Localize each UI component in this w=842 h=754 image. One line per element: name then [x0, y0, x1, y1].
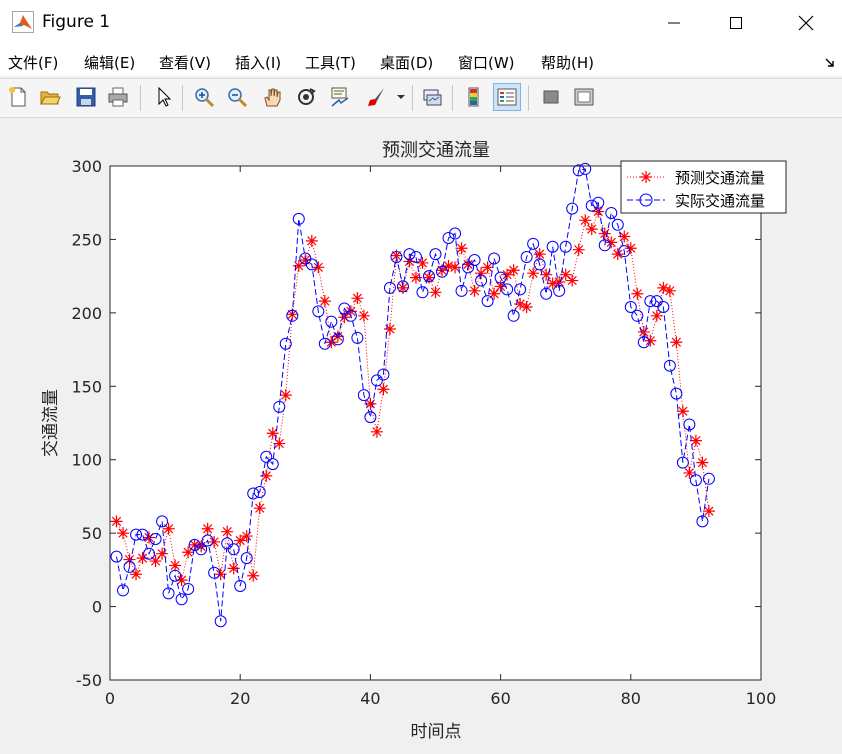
predicted-flow-point	[247, 569, 260, 582]
legend-label-predicted: 预测交通流量	[675, 169, 765, 187]
toolbar-separator	[182, 85, 183, 111]
close-icon	[798, 15, 814, 31]
x-tick-label: 60	[490, 689, 510, 708]
insert-colorbar-icon	[468, 87, 479, 107]
figure-toolbar	[0, 78, 842, 118]
menu-desktop[interactable]: 桌面(D)	[380, 52, 433, 73]
title-bar: Figure 1	[0, 0, 842, 46]
y-tick-label: 100	[71, 451, 102, 470]
pointer-button[interactable]	[150, 83, 178, 111]
insert-colorbar-button[interactable]	[460, 83, 488, 111]
predicted-flow-point	[208, 535, 221, 548]
predicted-flow-point	[598, 227, 611, 240]
chart[interactable]: 预测交通流量 0 20 40 60 80 100-50050100150200250300…	[0, 118, 842, 750]
legend-asterisk-mark	[640, 171, 652, 183]
predicted-flow-point	[624, 242, 637, 255]
new-figure-icon	[9, 87, 26, 107]
pan-button[interactable]	[258, 83, 286, 111]
zoom-in-button[interactable]	[190, 83, 218, 111]
y-tick-label: 250	[71, 230, 102, 249]
show-plot-tools-icon	[574, 88, 594, 106]
brush-dropdown-button[interactable]	[394, 83, 408, 111]
menu-tools[interactable]: 工具(T)	[305, 52, 356, 73]
brush-button[interactable]	[362, 83, 390, 111]
predicted-flow-point	[240, 530, 253, 543]
zoom-out-button[interactable]	[223, 83, 251, 111]
y-tick-label: 300	[71, 157, 102, 176]
link-plot-button[interactable]	[418, 83, 446, 111]
close-button[interactable]	[778, 0, 834, 46]
data-cursor-icon	[331, 87, 349, 107]
menu-bar: 文件(F) 编辑(E) 查看(V) 插入(I) 工具(T) 桌面(D) 窗口(W…	[0, 46, 842, 76]
chart-title: 预测交通流量	[382, 140, 490, 161]
x-tick-label: 100	[746, 689, 777, 708]
matlab-logo-icon	[12, 11, 34, 33]
menu-edit[interactable]: 编辑(E)	[84, 52, 135, 73]
dock-arrow-icon[interactable]	[824, 54, 836, 67]
y-tick-label: 150	[71, 377, 102, 396]
x-axis-label: 时间点	[411, 722, 462, 742]
insert-legend-icon	[497, 88, 517, 106]
x-tick-label: 40	[360, 689, 380, 708]
minimize-button[interactable]	[646, 0, 702, 46]
data-cursor-button[interactable]	[326, 83, 354, 111]
toolbar-separator	[528, 85, 529, 111]
print-button[interactable]	[104, 83, 132, 111]
menu-insert[interactable]: 插入(I)	[235, 52, 281, 73]
pan-hand-icon	[264, 88, 281, 107]
menu-window[interactable]: 窗口(W)	[458, 52, 515, 73]
pointer-icon	[158, 86, 172, 107]
zoom-in-icon	[195, 88, 215, 108]
x-tick-label: 80	[621, 689, 641, 708]
hide-plot-tools-button[interactable]	[537, 83, 565, 111]
predicted-flow-point	[305, 234, 318, 247]
y-tick-label: 50	[82, 524, 102, 543]
new-figure-button[interactable]	[4, 83, 32, 111]
menu-view[interactable]: 查看(V)	[159, 52, 211, 73]
predicted-flow-point	[110, 515, 123, 528]
maximize-icon	[730, 17, 742, 29]
open-file-button[interactable]	[36, 83, 64, 111]
rotate-3d-button[interactable]	[292, 83, 320, 111]
x-tick-label: 20	[230, 689, 250, 708]
menu-help[interactable]: 帮助(H)	[541, 52, 594, 73]
y-tick-label: 200	[71, 304, 102, 323]
predicted-flow-point	[592, 205, 605, 218]
legend[interactable]: 预测交通流量 实际交通流量	[620, 160, 787, 214]
hide-plot-tools-icon	[543, 90, 559, 104]
window-title: Figure 1	[42, 12, 111, 32]
rotate-3d-icon	[298, 88, 316, 105]
link-plot-icon	[423, 89, 442, 106]
menu-file[interactable]: 文件(F)	[8, 52, 58, 73]
predicted-flow-point	[631, 287, 644, 300]
maximize-button[interactable]	[708, 0, 764, 46]
predicted-flow-point	[585, 223, 598, 236]
open-file-icon	[40, 91, 61, 105]
y-axis-label: 交通流量	[41, 389, 61, 457]
brush-dropdown-icon	[397, 95, 405, 99]
x-tick-label: 0	[105, 689, 115, 708]
predicted-flow-point	[169, 559, 182, 572]
save-icon	[76, 87, 96, 107]
figure-canvas: 预测交通流量 0 20 40 60 80 100 -50 0 50 100 150 200 250 300…	[0, 118, 842, 750]
y-tick-label: 0	[92, 598, 102, 617]
predicted-flow-point	[136, 552, 149, 565]
save-button[interactable]	[72, 83, 100, 111]
predicted-flow-point	[683, 466, 696, 479]
brush-icon	[368, 88, 384, 106]
legend-marker-predicted	[640, 171, 652, 183]
legend-label-actual: 实际交通流量	[675, 192, 765, 210]
y-tick-label: -50	[76, 671, 102, 690]
axes-background	[110, 166, 761, 680]
insert-legend-button[interactable]	[493, 83, 521, 111]
toolbar-separator	[412, 85, 413, 111]
zoom-out-icon	[228, 88, 248, 108]
minimize-icon	[668, 22, 680, 24]
predicted-flow-point	[143, 531, 156, 544]
toolbar-separator	[140, 85, 141, 111]
show-plot-tools-button[interactable]	[570, 83, 598, 111]
print-icon	[108, 87, 128, 107]
toolbar-separator	[452, 85, 453, 111]
